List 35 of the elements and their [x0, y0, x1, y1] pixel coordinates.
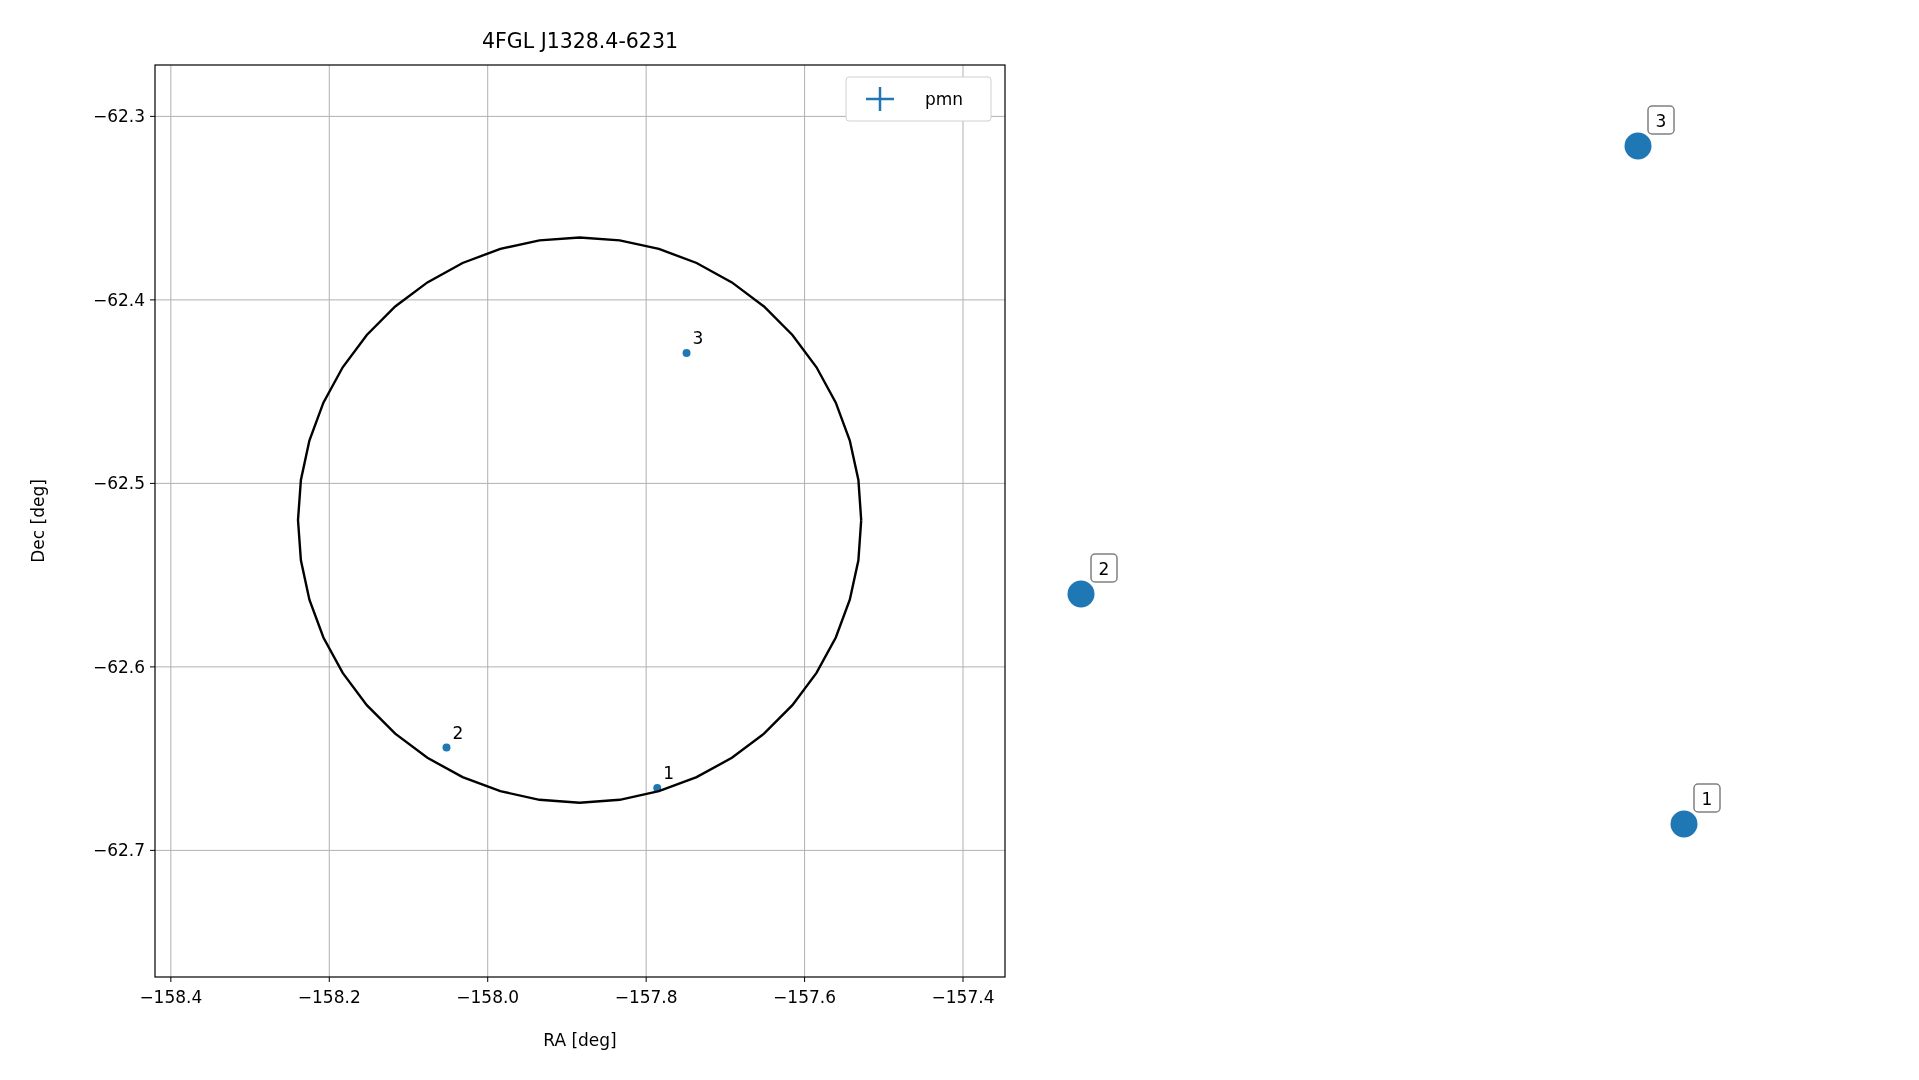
- tick-mark: [170, 976, 172, 983]
- marker-label: 3: [1655, 111, 1667, 131]
- label-box: [1647, 105, 1675, 135]
- chart-title: 4FGL J1328.4-6231: [482, 29, 678, 53]
- tick-mark: [804, 976, 806, 983]
- x-tick-label: −158.4: [139, 987, 203, 1007]
- x-tick-label: −157.4: [931, 987, 995, 1007]
- label-box: [1090, 553, 1118, 583]
- x-axis-label: RA [deg]: [543, 1030, 617, 1050]
- marker-label: 1: [1701, 789, 1713, 809]
- tick-mark: [149, 299, 156, 301]
- y-tick-label: −62.7: [92, 840, 145, 861]
- label-box: [1693, 783, 1721, 813]
- point-label: 2: [452, 722, 464, 743]
- tick-mark: [149, 666, 156, 668]
- tick-mark: [149, 482, 156, 484]
- legend-label: pmn: [925, 89, 964, 109]
- x-tick-label: −157.6: [773, 987, 837, 1007]
- y-tick-label: −62.5: [92, 473, 145, 494]
- x-tick-label: −158.2: [297, 987, 361, 1007]
- y-tick-label: −62.3: [92, 106, 145, 127]
- tick-mark: [328, 976, 330, 983]
- x-tick-label: −158.0: [456, 987, 520, 1007]
- y-tick-label: −62.6: [92, 656, 145, 677]
- point-label: 3: [692, 328, 704, 349]
- tick-mark: [149, 849, 156, 851]
- point-label: 1: [663, 763, 675, 783]
- tick-mark: [962, 976, 964, 983]
- tick-mark: [487, 976, 489, 983]
- marker-label: 2: [1098, 559, 1110, 579]
- x-tick-label: −157.8: [614, 987, 678, 1007]
- tick-mark: [645, 976, 647, 983]
- y-axis-label: Dec [deg]: [28, 479, 48, 563]
- y-tick-label: −62.4: [92, 289, 145, 310]
- tick-mark: [149, 115, 156, 117]
